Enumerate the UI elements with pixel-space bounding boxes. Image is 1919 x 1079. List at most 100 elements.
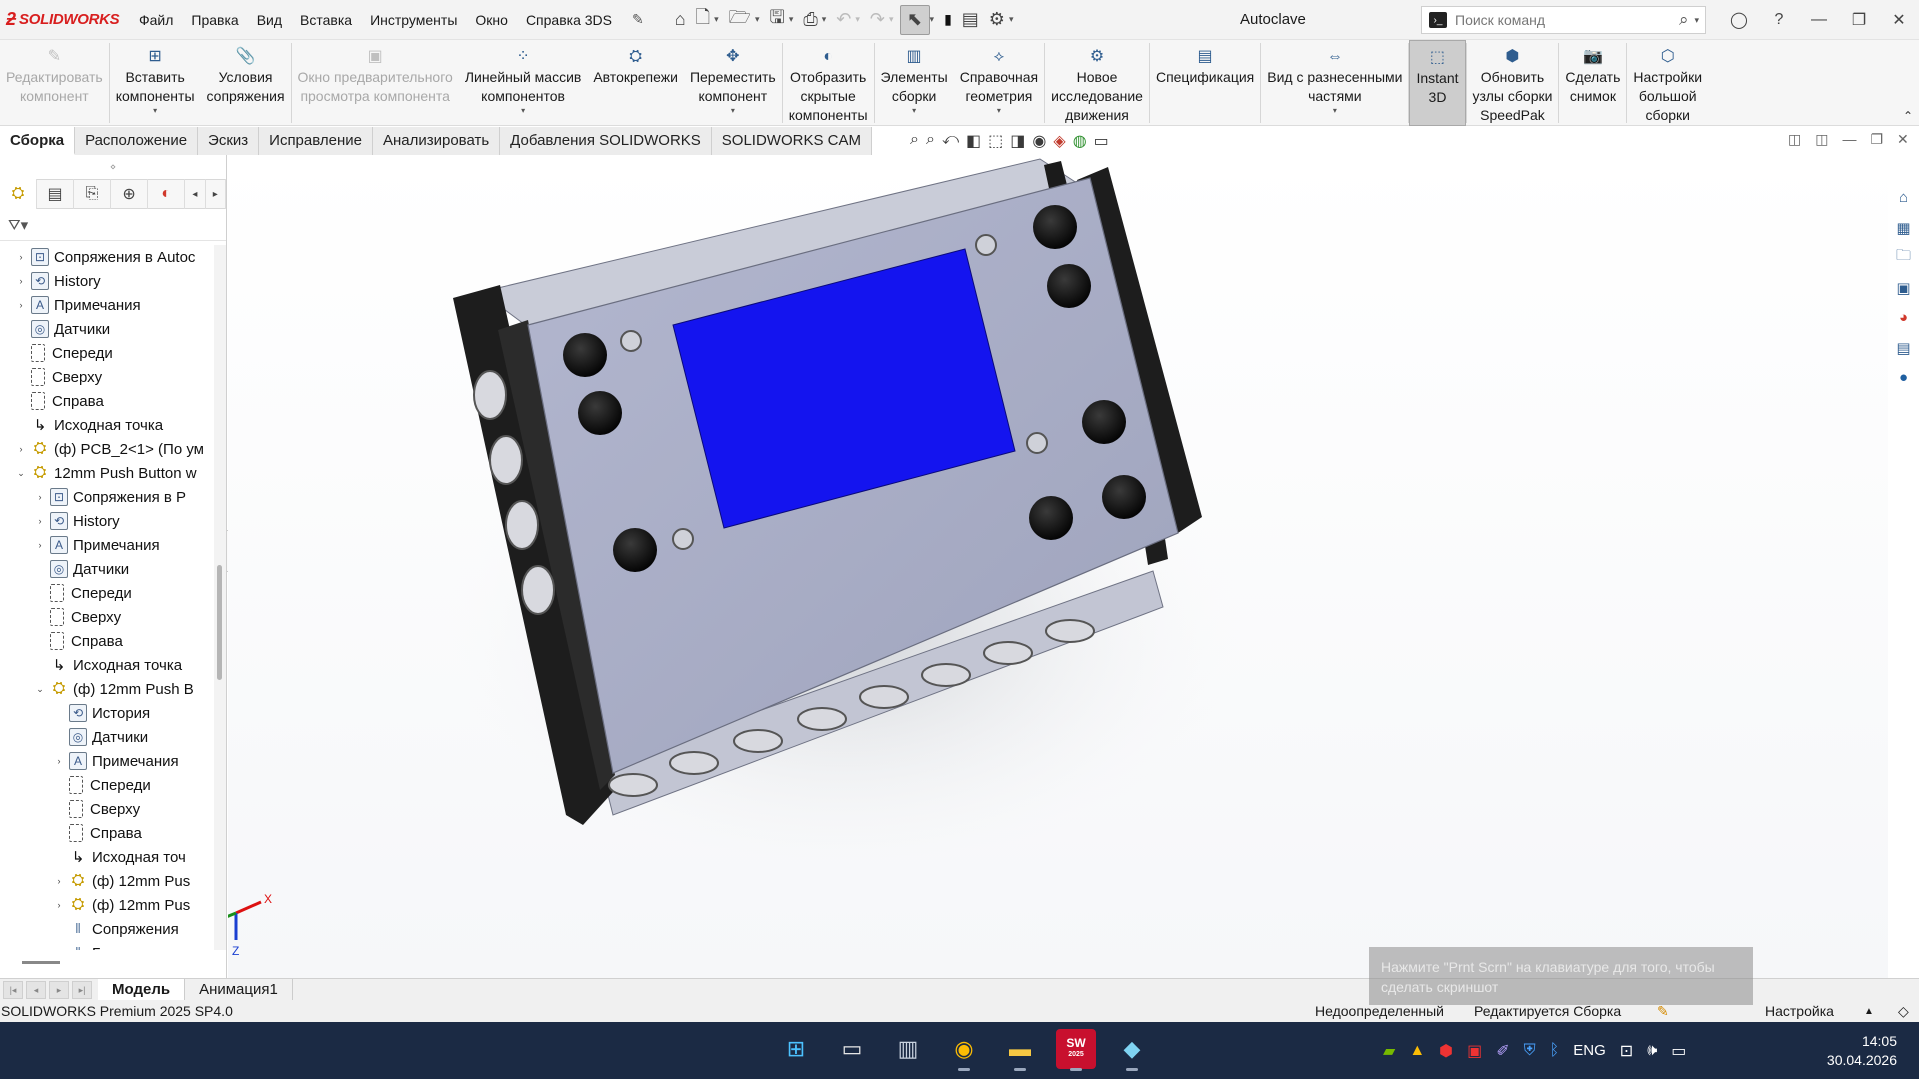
google-drive-icon[interactable]: ▲ [1409, 1042, 1425, 1060]
undo-icon[interactable]: ↶ [832, 5, 855, 35]
tree-node[interactable]: › ⛭ (ф) 12mm Pus [0, 893, 210, 917]
tree-node[interactable]: › ⟲ History [0, 269, 210, 293]
tree-node[interactable]: Сверху [0, 365, 210, 389]
enclosure-model[interactable] [423, 158, 1263, 890]
model-tab[interactable]: Модель [98, 978, 186, 1001]
ribbon-tool-large-assembly[interactable]: ⬡ Настройки большой сборки [1627, 40, 1708, 126]
ribbon-tool-move-component[interactable]: ✥ Переместить компонент ▾ [684, 40, 782, 126]
zoom-to-area-icon[interactable]: ⌕ [926, 131, 935, 151]
doc-minimize-icon[interactable]: — [1842, 131, 1856, 148]
design-library-icon[interactable]: ▦ [1890, 213, 1918, 242]
tab-6[interactable]: SOLIDWORKS CAM [711, 127, 872, 155]
tags-icon[interactable]: ◇ [1898, 1003, 1909, 1020]
tree-node[interactable]: › ⛭ (ф) PCB_2<1> (По ум [0, 437, 210, 461]
save-dropdown-icon[interactable]: ▾ [789, 14, 794, 25]
tree-node[interactable]: ⟲ История [0, 701, 210, 725]
panel-splitter[interactable]: ⋄ [0, 155, 226, 179]
scrollbar-thumb[interactable] [217, 565, 222, 680]
options-dropdown-icon[interactable]: ▾ [1009, 14, 1014, 25]
solidworks-resources-icon[interactable]: ⌂ [1890, 183, 1918, 212]
command-search-box[interactable]: ›_ Поиск команд ⌕ ▾ [1421, 6, 1706, 34]
tree-node[interactable]: ↳ Исходная точ [0, 845, 210, 869]
chrome-icon[interactable]: ◉ [944, 1029, 984, 1071]
next-tab-icon[interactable]: ▸ [49, 980, 69, 999]
tab-3[interactable]: Исправление [259, 127, 373, 155]
tab-0[interactable]: Сборка [0, 127, 76, 155]
ribbon-tool-smart-fasteners[interactable]: ⛭ Автокрепежи [587, 40, 684, 126]
bluetooth-icon[interactable]: ᛒ [1550, 1042, 1560, 1060]
previous-view-icon[interactable]: ⤺ [942, 131, 959, 151]
ribbon-tool-linear-pattern[interactable]: ⁘ Линейный массив компонентов ▾ [459, 40, 588, 126]
tree-node[interactable]: Сверху [0, 797, 210, 821]
file-properties-icon[interactable]: ▤ [958, 5, 983, 35]
tree-node[interactable]: ⌄ ⛭ (ф) 12mm Push B [0, 677, 210, 701]
tree-node[interactable]: Сверху [0, 605, 210, 629]
zoom-to-fit-icon[interactable]: ⌕ [910, 131, 919, 151]
network-icon[interactable]: ⊡ [1620, 1041, 1633, 1061]
new-dropdown-icon[interactable]: ▾ [714, 14, 719, 25]
task-view-icon[interactable]: ▭ [832, 1029, 872, 1069]
propertymanager-tab-icon[interactable]: ▤ [37, 179, 75, 209]
tree-node[interactable]: Справа [0, 629, 210, 653]
print-icon[interactable]: ⎙ [799, 5, 821, 35]
doc-close-icon[interactable]: ✕ [1897, 131, 1909, 148]
doc-restore-icon[interactable]: ❐ [1870, 131, 1883, 148]
menu-view[interactable]: Вид [248, 12, 291, 28]
rebuild-traffic-light-icon[interactable]: ▮ [940, 5, 956, 35]
ribbon-tool-exploded-view[interactable]: ⇔ Вид с разнесенными частями ▾ [1261, 40, 1408, 126]
tabs-scroll-right-icon[interactable]: ▸ [206, 179, 226, 209]
tile-right-icon[interactable]: ◫ [1815, 131, 1828, 148]
tree-node[interactable]: › ⟲ History [0, 509, 210, 533]
options-gear-icon[interactable]: ⚙ [985, 5, 1009, 35]
close-icon[interactable]: ✕ [1879, 10, 1919, 30]
menu-insert[interactable]: Вставка [291, 12, 361, 28]
collapse-ribbon-icon[interactable]: ⌃ [1903, 109, 1913, 123]
menu-file[interactable]: Файл [130, 12, 182, 28]
ribbon-tool-show-hidden[interactable]: ◐ Отобразить скрытые компоненты [783, 40, 874, 126]
new-document-icon[interactable]: 🗋 [692, 5, 714, 35]
menu-edit[interactable]: Правка [182, 12, 247, 28]
tree-node[interactable]: ↳ Исходная точка [0, 653, 210, 677]
calculator-icon[interactable]: ▥ [888, 1029, 928, 1069]
tree-node[interactable]: › ⛭ (ф) 12mm Pus [0, 869, 210, 893]
battery-icon[interactable]: ▭ [1671, 1041, 1686, 1061]
taskbar-clock[interactable]: 14:05 30.04.2026 [1822, 1032, 1897, 1070]
apply-scene-icon[interactable]: ◍ [1073, 131, 1087, 151]
dimxpert-tab-icon[interactable]: ⊕ [111, 179, 149, 209]
tree-node[interactable]: ⫴ Сопряжения [0, 917, 210, 941]
print-dropdown-icon[interactable]: ▾ [822, 14, 827, 25]
units-setting[interactable]: Настройка [1765, 1003, 1834, 1019]
tab-4[interactable]: Анализировать [372, 127, 501, 155]
ribbon-tool-edit-component[interactable]: ✎ Редактировать компонент [0, 40, 109, 126]
expand-toggle-icon[interactable]: ⌄ [33, 684, 47, 695]
expand-toggle-icon[interactable]: › [52, 900, 66, 910]
chevron-down-icon[interactable]: ▾ [731, 106, 735, 116]
red-app-icon[interactable]: ▣ [1467, 1041, 1482, 1061]
menu-help[interactable]: Справка 3DS [517, 12, 621, 28]
tab-1[interactable]: Расположение [75, 127, 199, 155]
solidworks-taskbar-icon[interactable]: SW 2025 [1056, 1029, 1096, 1071]
units-dropdown-icon[interactable]: ▲ [1864, 1006, 1874, 1017]
help-icon[interactable]: ? [1759, 11, 1799, 29]
undo-dropdown-icon[interactable]: ▾ [855, 14, 860, 25]
expand-toggle-icon[interactable]: › [33, 516, 47, 526]
account-icon[interactable]: ◯ [1719, 10, 1759, 30]
custom-properties-icon[interactable]: ▤ [1890, 333, 1918, 362]
view-settings-icon[interactable]: ▭ [1094, 131, 1109, 151]
file-explorer-taskbar-icon[interactable]: ▬ [1000, 1029, 1040, 1071]
ribbon-tool-reference-geometry[interactable]: ⟡ Справочная геометрия ▾ [954, 40, 1044, 126]
model-viewport[interactable]: X Z [225, 155, 1888, 978]
open-dropdown-icon[interactable]: ▾ [755, 14, 760, 25]
pen-app-icon[interactable]: ✐ [1496, 1041, 1509, 1061]
pin-menu-icon[interactable]: ✎ [623, 11, 653, 28]
tree-node[interactable]: ◎ Датчики [0, 557, 210, 581]
restore-icon[interactable]: ❐ [1839, 10, 1879, 30]
search-dropdown-icon[interactable]: ▾ [1694, 15, 1699, 26]
tree-node[interactable]: Справа [0, 389, 210, 413]
filter-icon[interactable]: ⛛▾ [8, 216, 28, 234]
expand-toggle-icon[interactable]: › [52, 756, 66, 766]
chevron-down-icon[interactable]: ▾ [912, 106, 916, 116]
view-orientation-icon[interactable]: ⬚ [988, 131, 1003, 151]
h-scrollbar-thumb[interactable] [22, 961, 60, 964]
tab-2[interactable]: Эскиз [198, 127, 260, 155]
